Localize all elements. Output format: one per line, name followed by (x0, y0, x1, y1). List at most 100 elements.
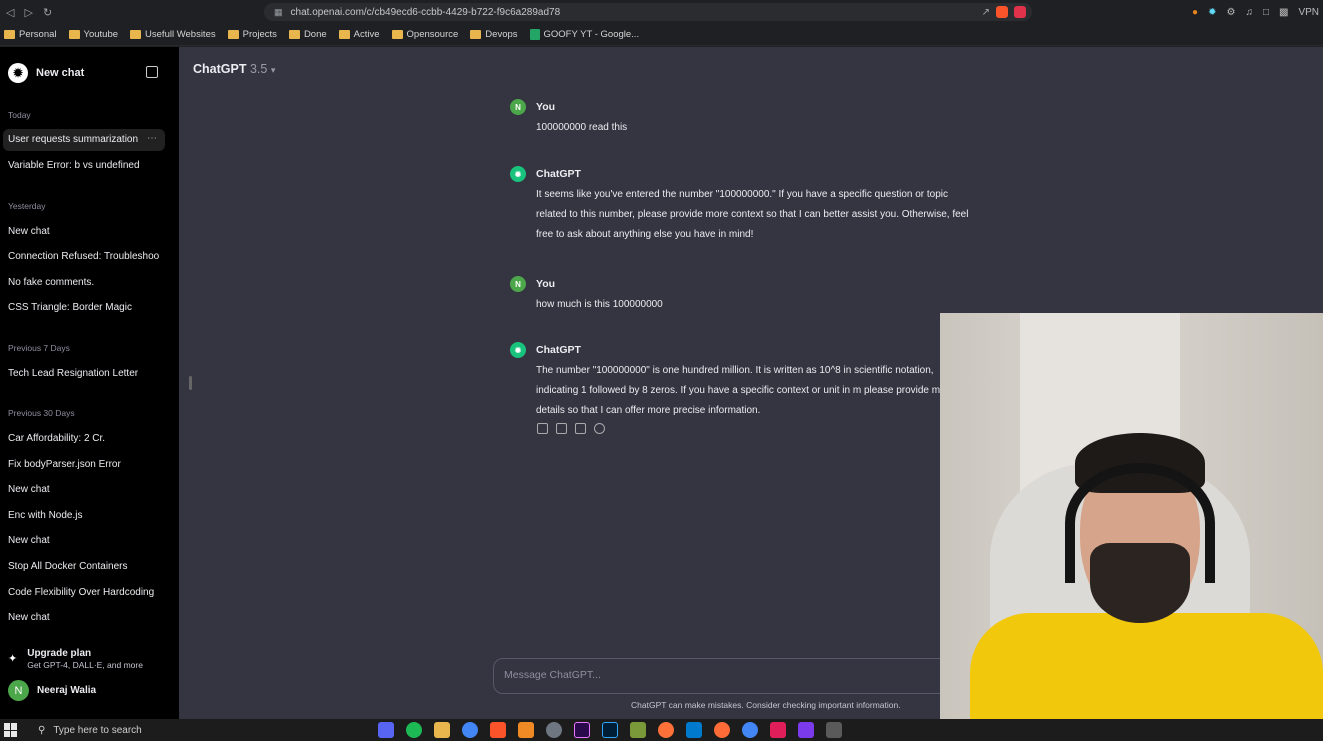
message-author: ChatGPT (536, 344, 581, 356)
section-label-today: Today (8, 110, 31, 120)
openai-logo-icon: ✹ (8, 63, 28, 83)
app-icon[interactable] (546, 722, 562, 738)
more-options-icon[interactable]: ⋯ (147, 133, 157, 144)
reload-icon[interactable]: ↻ (43, 6, 52, 19)
message-author: You (536, 101, 556, 113)
firefox-icon[interactable] (658, 722, 674, 738)
message-user: N You how much is this 100000000 (510, 276, 976, 315)
message-text: 100000000 read this (536, 122, 628, 133)
chat-item[interactable]: New chat (8, 535, 168, 546)
browser-toolbar: ◁ ▷ ↻ ▦ chat.openai.com/c/cb49ecd6-ccbb-… (0, 0, 1323, 24)
bookmark-label: Youtube (83, 29, 119, 40)
chat-item[interactable]: Variable Error: b vs undefined (8, 160, 168, 171)
chat-item[interactable]: CSS Triangle: Border Magic (8, 302, 168, 313)
windows-taskbar: ⚲ Type here to search (0, 719, 1323, 741)
chrome-icon[interactable] (462, 722, 478, 738)
chat-item[interactable]: Stop All Docker Containers (8, 561, 168, 572)
chat-item[interactable]: New chat (8, 226, 168, 237)
photoshop-icon[interactable] (602, 722, 618, 738)
bookmark-label: Personal (19, 29, 57, 40)
obsidian-icon[interactable] (798, 722, 814, 738)
upgrade-title: Upgrade plan (27, 648, 92, 659)
file-explorer-icon[interactable] (434, 722, 450, 738)
chat-item[interactable]: Enc with Node.js (8, 510, 168, 521)
bookmark-goofy-yt[interactable]: GOOFY YT - Google... (529, 29, 639, 40)
folder-icon (338, 30, 350, 39)
chatgpt-logo-icon: ✹ (510, 342, 526, 358)
bookmark-devops[interactable]: Devops (470, 29, 518, 40)
media-icon[interactable]: ♫ (1245, 7, 1253, 18)
message-composer[interactable] (493, 658, 953, 694)
chrome-icon[interactable] (742, 722, 758, 738)
metamask-icon[interactable]: ● (1192, 7, 1198, 18)
user-menu[interactable]: N Neeraj Walia (8, 680, 96, 701)
folder-icon (391, 30, 403, 39)
chat-item[interactable]: Car Affordability: 2 Cr. (8, 433, 168, 444)
copy-icon[interactable] (537, 423, 548, 434)
model-selector[interactable]: ChatGPT 3.5 ▾ (193, 62, 275, 76)
brave-shield-icon[interactable] (996, 6, 1008, 18)
taskbar-search-placeholder: Type here to search (53, 724, 142, 736)
user-avatar: N (510, 99, 526, 115)
vscode-icon[interactable] (686, 722, 702, 738)
sidebar-collapse-handle[interactable] (189, 376, 192, 390)
bookmark-usefull-websites[interactable]: Usefull Websites (130, 29, 216, 40)
discord-icon[interactable] (378, 722, 394, 738)
wallet-icon[interactable]: ▩ (1279, 7, 1288, 18)
thumbs-up-icon[interactable] (556, 423, 567, 434)
bookmark-opensource[interactable]: Opensource (391, 29, 458, 40)
forward-icon[interactable]: ▷ (24, 6, 32, 19)
model-name: ChatGPT (193, 62, 247, 76)
section-label-previous-30-days: Previous 30 Days (8, 408, 75, 418)
vpn-button[interactable]: VPN (1298, 7, 1319, 18)
chat-item[interactable]: Connection Refused: Troubleshoo (8, 251, 168, 262)
chat-item[interactable]: No fake comments. (8, 277, 168, 288)
bookmark-projects[interactable]: Projects (227, 29, 277, 40)
sidebar-toggle-icon[interactable]: □ (1263, 7, 1269, 18)
extensions-bar: ● ✹ ⚙ ♫ □ ▩ VPN (1192, 0, 1323, 24)
sidebar: ✹ New chat Today User requests summariza… (0, 47, 179, 719)
bookmark-youtube[interactable]: Youtube (68, 29, 119, 40)
bookmark-active[interactable]: Active (338, 29, 380, 40)
sheets-icon (529, 29, 540, 40)
virtualbox-icon[interactable] (826, 722, 842, 738)
extensions-icon[interactable]: ⚙ (1226, 7, 1235, 18)
spotify-icon[interactable] (406, 722, 422, 738)
react-devtools-icon[interactable]: ✹ (1208, 7, 1216, 18)
app-icon[interactable] (630, 722, 646, 738)
message-input[interactable] (504, 669, 924, 681)
chat-item[interactable]: Tech Lead Resignation Letter (8, 368, 168, 379)
folder-icon (130, 30, 142, 39)
regenerate-icon[interactable] (594, 423, 605, 434)
webcam-person-shirt (970, 613, 1323, 719)
postman-icon[interactable] (714, 722, 730, 738)
site-info-icon[interactable]: ▦ (274, 7, 283, 18)
webcam-headphones (1065, 463, 1215, 583)
share-icon[interactable]: ↗ (982, 7, 990, 18)
upgrade-plan-button[interactable]: ✦ Upgrade plan Get GPT-4, DALL·E, and mo… (8, 648, 143, 670)
folder-icon (288, 30, 300, 39)
bookmark-done[interactable]: Done (288, 29, 327, 40)
message-author: ChatGPT (536, 168, 581, 180)
chat-item[interactable]: New chat (8, 612, 168, 623)
brave-rewards-icon[interactable] (1014, 6, 1026, 18)
back-icon[interactable]: ◁ (6, 6, 14, 19)
thumbs-down-icon[interactable] (575, 423, 586, 434)
new-chat-button[interactable]: ✹ New chat (8, 63, 84, 83)
windows-start-icon[interactable] (4, 723, 18, 737)
chatgpt-logo-icon: ✹ (510, 166, 526, 182)
chat-item[interactable]: New chat (8, 484, 168, 495)
vlc-icon[interactable] (518, 722, 534, 738)
chat-item[interactable]: Code Flexibility Over Hardcoding (8, 587, 168, 598)
bookmark-personal[interactable]: Personal (4, 29, 57, 40)
slack-icon[interactable] (770, 722, 786, 738)
chat-item-active[interactable]: User requests summarization ⋯ (3, 129, 165, 151)
section-label-yesterday: Yesterday (8, 201, 46, 211)
compose-icon[interactable] (146, 66, 158, 78)
message-text: how much is this 100000000 (536, 299, 663, 310)
brave-icon[interactable] (490, 722, 506, 738)
chat-item[interactable]: Fix bodyParser.json Error (8, 459, 168, 470)
premiere-pro-icon[interactable] (574, 722, 590, 738)
address-bar[interactable]: ▦ chat.openai.com/c/cb49ecd6-ccbb-4429-b… (264, 3, 1032, 21)
taskbar-search[interactable]: ⚲ Type here to search (38, 725, 378, 736)
